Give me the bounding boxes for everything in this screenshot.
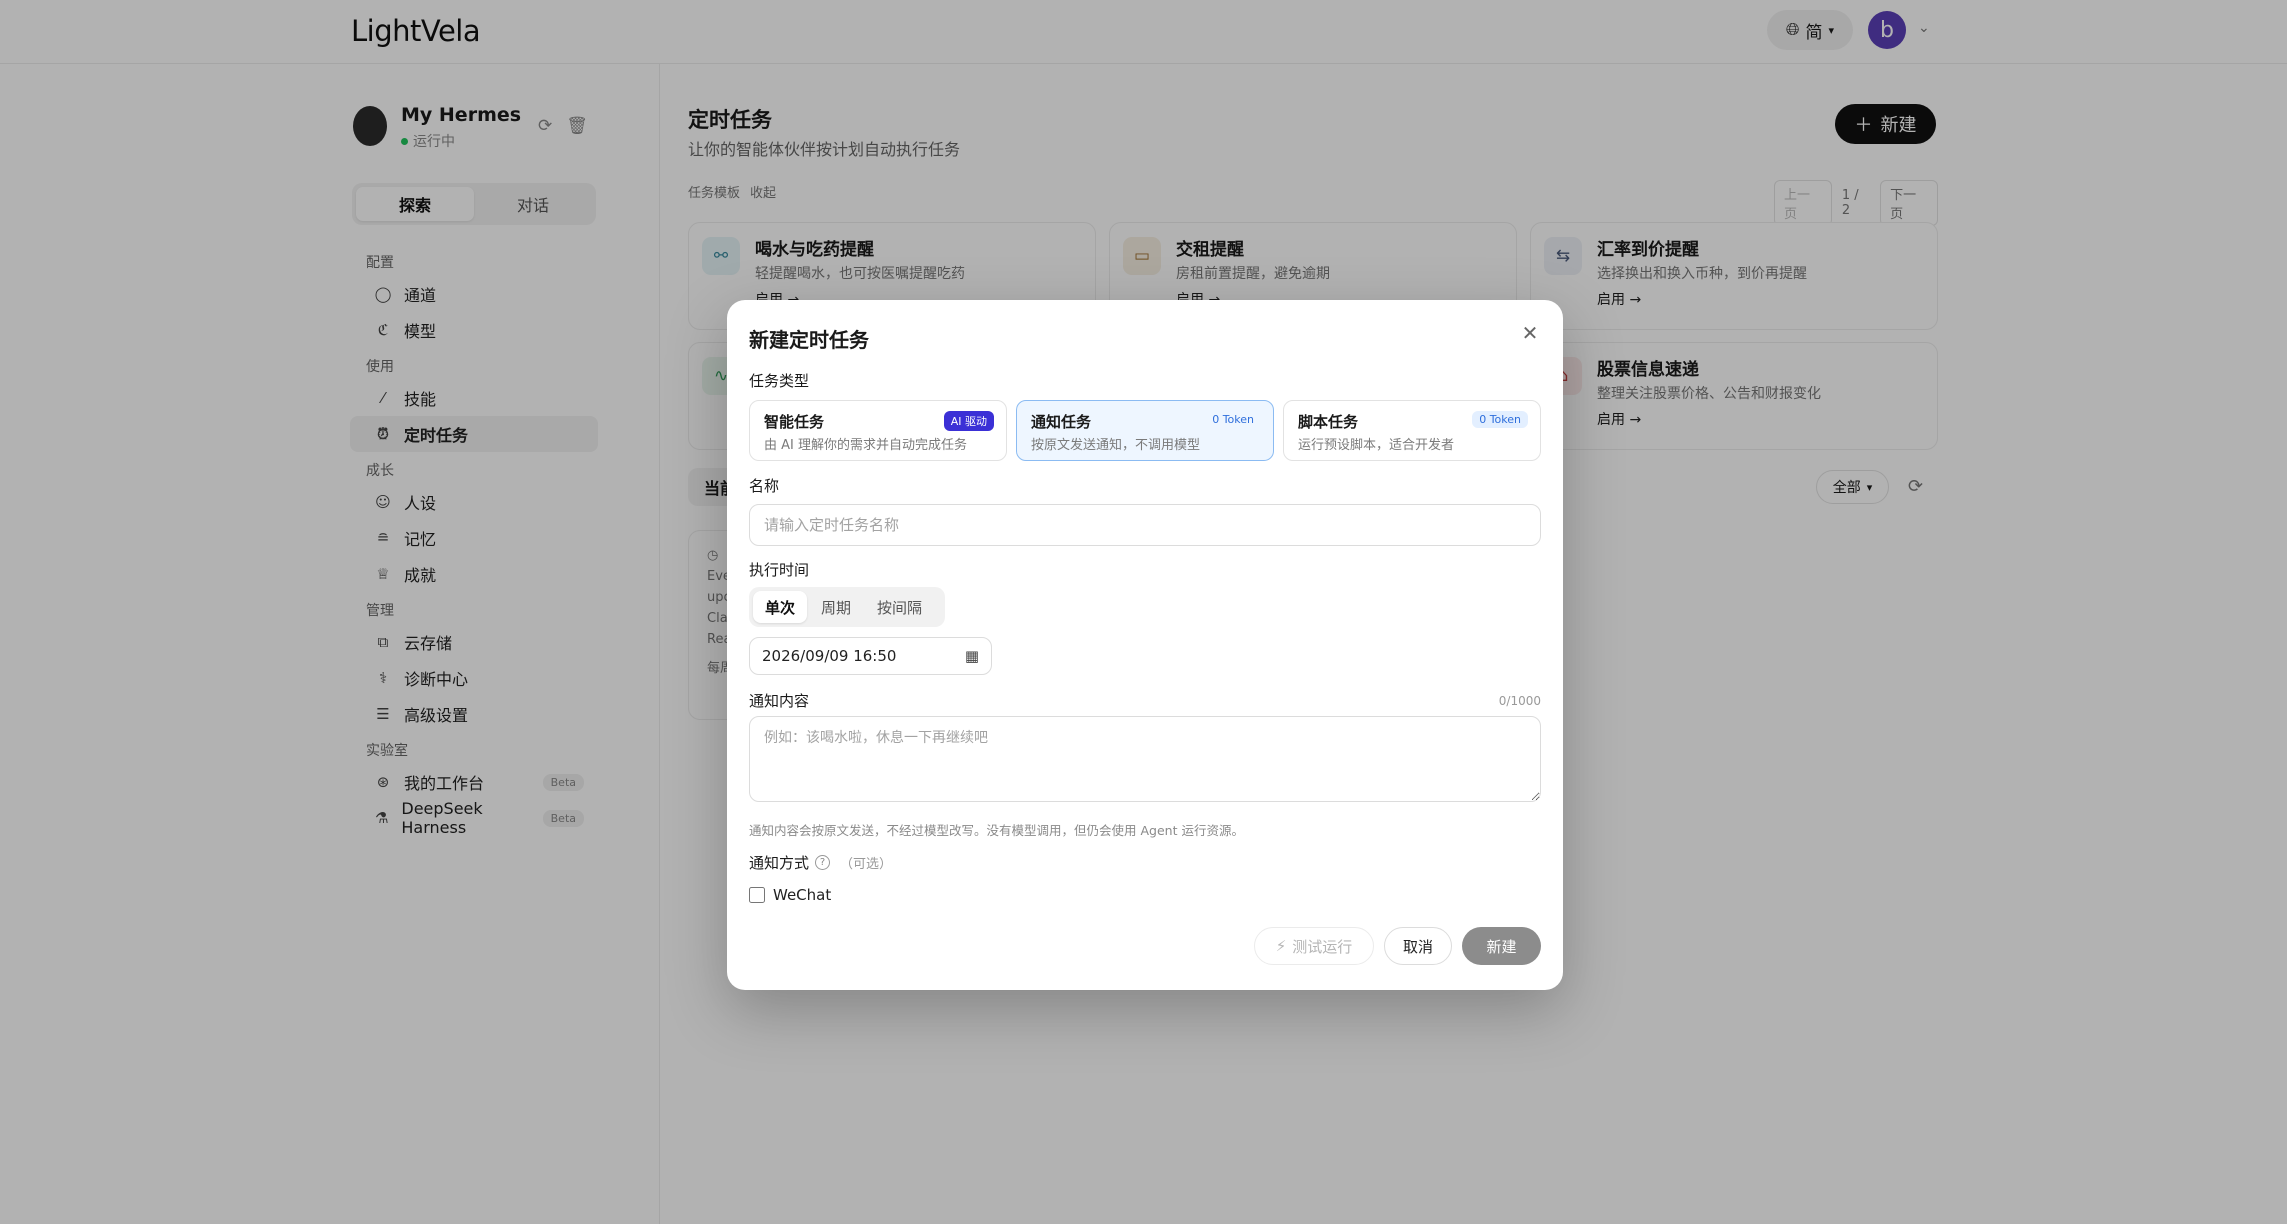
notification-content-textarea[interactable]: [749, 716, 1541, 802]
task-type-smart[interactable]: 智能任务 AI 驱动 由 AI 理解你的需求并自动完成任务: [749, 400, 1007, 461]
test-run-button[interactable]: ⚡︎ 测试运行: [1254, 927, 1374, 965]
optional-label: （可选）: [840, 857, 893, 872]
dialog-title: 新建定时任务: [749, 328, 869, 352]
close-icon[interactable]: ✕: [1517, 320, 1543, 346]
token-badge: 0 Token: [1212, 413, 1254, 426]
datetime-value: 2026/09/09 16:50: [762, 647, 897, 665]
name-label: 名称: [749, 477, 780, 495]
new-scheduled-task-dialog: 新建定时任务 ✕ 任务类型 智能任务 AI 驱动 由 AI 理解你的需求并自动完…: [727, 300, 1563, 990]
notify-method-label: 通知方式: [749, 854, 810, 872]
task-type-name: 脚本任务: [1298, 413, 1359, 431]
task-type-notify[interactable]: 通知任务 0 Token 按原文发送通知，不调用模型: [1016, 400, 1274, 461]
test-run-label: 测试运行: [1292, 937, 1353, 956]
task-type-name: 通知任务: [1031, 413, 1092, 431]
help-icon[interactable]: ?: [815, 855, 831, 870]
notify-method-row: 通知方式 ? （可选）: [749, 852, 892, 873]
task-name-input[interactable]: [749, 504, 1541, 546]
notification-content-label: 通知内容: [749, 692, 810, 710]
wechat-checkbox[interactable]: [749, 887, 765, 903]
cancel-button[interactable]: 取消: [1384, 927, 1452, 965]
task-type-desc: 由 AI 理解你的需求并自动完成任务: [764, 438, 967, 453]
schedule-mode-switch: 单次 周期 按间隔: [749, 587, 945, 627]
content-hint: 通知内容会按原文发送，不经过模型改写。没有模型调用，但仍会使用 Agent 运行…: [749, 823, 1244, 838]
task-type-desc: 按原文发送通知，不调用模型: [1031, 438, 1201, 453]
schedule-mode-once[interactable]: 单次: [753, 591, 808, 623]
wechat-label: WeChat: [773, 886, 832, 904]
lightning-icon: ⚡︎: [1275, 937, 1287, 955]
datetime-picker[interactable]: 2026/09/09 16:50 ▦: [749, 637, 992, 675]
char-counter: 0/1000: [1498, 694, 1541, 708]
task-type-desc: 运行预设脚本，适合开发者: [1298, 438, 1455, 453]
token-badge: 0 Token: [1472, 411, 1528, 428]
task-type-name: 智能任务: [764, 413, 825, 431]
wechat-option[interactable]: WeChat: [749, 886, 831, 904]
task-type-label: 任务类型: [749, 372, 810, 390]
create-button[interactable]: 新建: [1462, 927, 1541, 965]
task-type-script[interactable]: 脚本任务 0 Token 运行预设脚本，适合开发者: [1283, 400, 1541, 461]
execution-time-label: 执行时间: [749, 561, 810, 579]
schedule-mode-interval[interactable]: 按间隔: [865, 591, 934, 623]
ai-badge: AI 驱动: [943, 411, 994, 431]
schedule-mode-recurring[interactable]: 周期: [809, 591, 863, 623]
calendar-icon[interactable]: ▦: [965, 647, 979, 665]
